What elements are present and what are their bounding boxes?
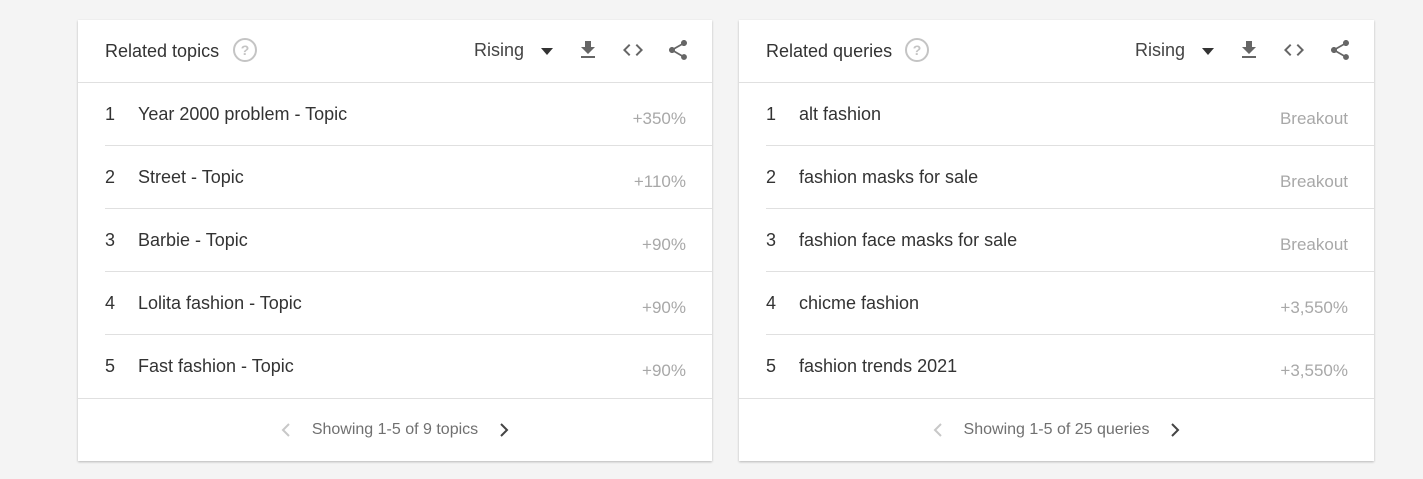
rise-value: +110%: [633, 172, 686, 191]
share-icon[interactable]: [1328, 38, 1352, 62]
download-icon[interactable]: [1237, 38, 1261, 62]
share-icon[interactable]: [666, 38, 690, 62]
embed-code-icon[interactable]: [1282, 38, 1306, 62]
card-title: Related topics: [105, 41, 220, 61]
queries-list: 1 alt fashion Breakout 2 fashion masks f…: [739, 83, 1374, 397]
list-item[interactable]: 3 Barbie - Topic +90%: [105, 209, 712, 272]
list-item[interactable]: 4 chicme fashion +3,550%: [766, 272, 1374, 335]
help-circle-icon[interactable]: ?: [905, 38, 929, 62]
embed-code-icon[interactable]: [621, 38, 645, 62]
pager-text: Showing 1-5 of 9 topics: [311, 421, 479, 438]
rank-number: 5: [766, 356, 777, 376]
list-item[interactable]: 2 fashion masks for sale Breakout: [766, 146, 1374, 209]
card-header: Related topics ? Rising: [78, 20, 712, 83]
rise-value: +90%: [642, 298, 686, 317]
topic-link[interactable]: Fast fashion - Topic: [138, 355, 294, 377]
topic-link[interactable]: Street - Topic: [138, 166, 244, 188]
rise-value: +3,550%: [1280, 298, 1348, 317]
rise-value: Breakout: [1279, 172, 1348, 191]
topics-list: 1 Year 2000 problem - Topic +350% 2 Stre…: [78, 83, 712, 397]
related-queries-card: Related queries ? Rising 1 alt fashion B…: [739, 20, 1374, 461]
rise-value: +350%: [632, 109, 686, 128]
dropdown-caret-icon[interactable]: [1202, 48, 1214, 55]
chevron-right-icon[interactable]: [1166, 420, 1184, 440]
list-item[interactable]: 1 Year 2000 problem - Topic +350%: [105, 83, 712, 146]
rank-number: 4: [766, 293, 777, 313]
chevron-right-icon[interactable]: [495, 420, 513, 440]
list-item[interactable]: 5 fashion trends 2021 +3,550%: [766, 335, 1374, 397]
list-item[interactable]: 3 fashion face masks for sale Breakout: [766, 209, 1374, 272]
download-icon[interactable]: [576, 38, 600, 62]
query-link[interactable]: chicme fashion: [799, 292, 919, 314]
query-link[interactable]: fashion trends 2021: [799, 355, 957, 377]
query-link[interactable]: fashion face masks for sale: [799, 229, 1017, 251]
related-topics-card: Related topics ? Rising 1 Year 2000 prob…: [78, 20, 712, 461]
rank-number: 4: [105, 293, 116, 313]
query-link[interactable]: fashion masks for sale: [799, 166, 978, 188]
rising-dropdown[interactable]: Rising: [474, 39, 524, 61]
topic-link[interactable]: Barbie - Topic: [138, 229, 248, 251]
chevron-left-icon[interactable]: [277, 420, 295, 440]
rank-number: 2: [105, 167, 116, 187]
rank-number: 2: [766, 167, 777, 187]
topic-link[interactable]: Year 2000 problem - Topic: [138, 103, 347, 125]
list-item[interactable]: 4 Lolita fashion - Topic +90%: [105, 272, 712, 335]
rising-dropdown[interactable]: Rising: [1135, 39, 1185, 61]
rank-number: 3: [105, 230, 116, 250]
help-circle-icon[interactable]: ?: [233, 38, 257, 62]
query-link[interactable]: alt fashion: [799, 103, 881, 125]
rank-number: 1: [105, 104, 116, 124]
list-item[interactable]: 5 Fast fashion - Topic +90%: [105, 335, 712, 397]
chevron-left-icon[interactable]: [929, 420, 947, 440]
rise-value: +90%: [642, 235, 686, 254]
rank-number: 3: [766, 230, 777, 250]
rise-value: +90%: [642, 361, 686, 380]
card-title: Related queries: [766, 41, 893, 61]
dropdown-caret-icon[interactable]: [541, 48, 553, 55]
pager-text: Showing 1-5 of 25 queries: [963, 421, 1150, 438]
rank-number: 5: [105, 356, 116, 376]
rise-value: Breakout: [1279, 109, 1348, 128]
rise-value: Breakout: [1279, 235, 1348, 254]
pagination: Showing 1-5 of 25 queries: [739, 398, 1374, 461]
list-item[interactable]: 1 alt fashion Breakout: [766, 83, 1374, 146]
rise-value: +3,550%: [1280, 361, 1348, 380]
list-item[interactable]: 2 Street - Topic +110%: [105, 146, 712, 209]
topic-link[interactable]: Lolita fashion - Topic: [138, 292, 302, 314]
pagination: Showing 1-5 of 9 topics: [78, 398, 712, 461]
card-header: Related queries ? Rising: [739, 20, 1374, 83]
rank-number: 1: [766, 104, 777, 124]
